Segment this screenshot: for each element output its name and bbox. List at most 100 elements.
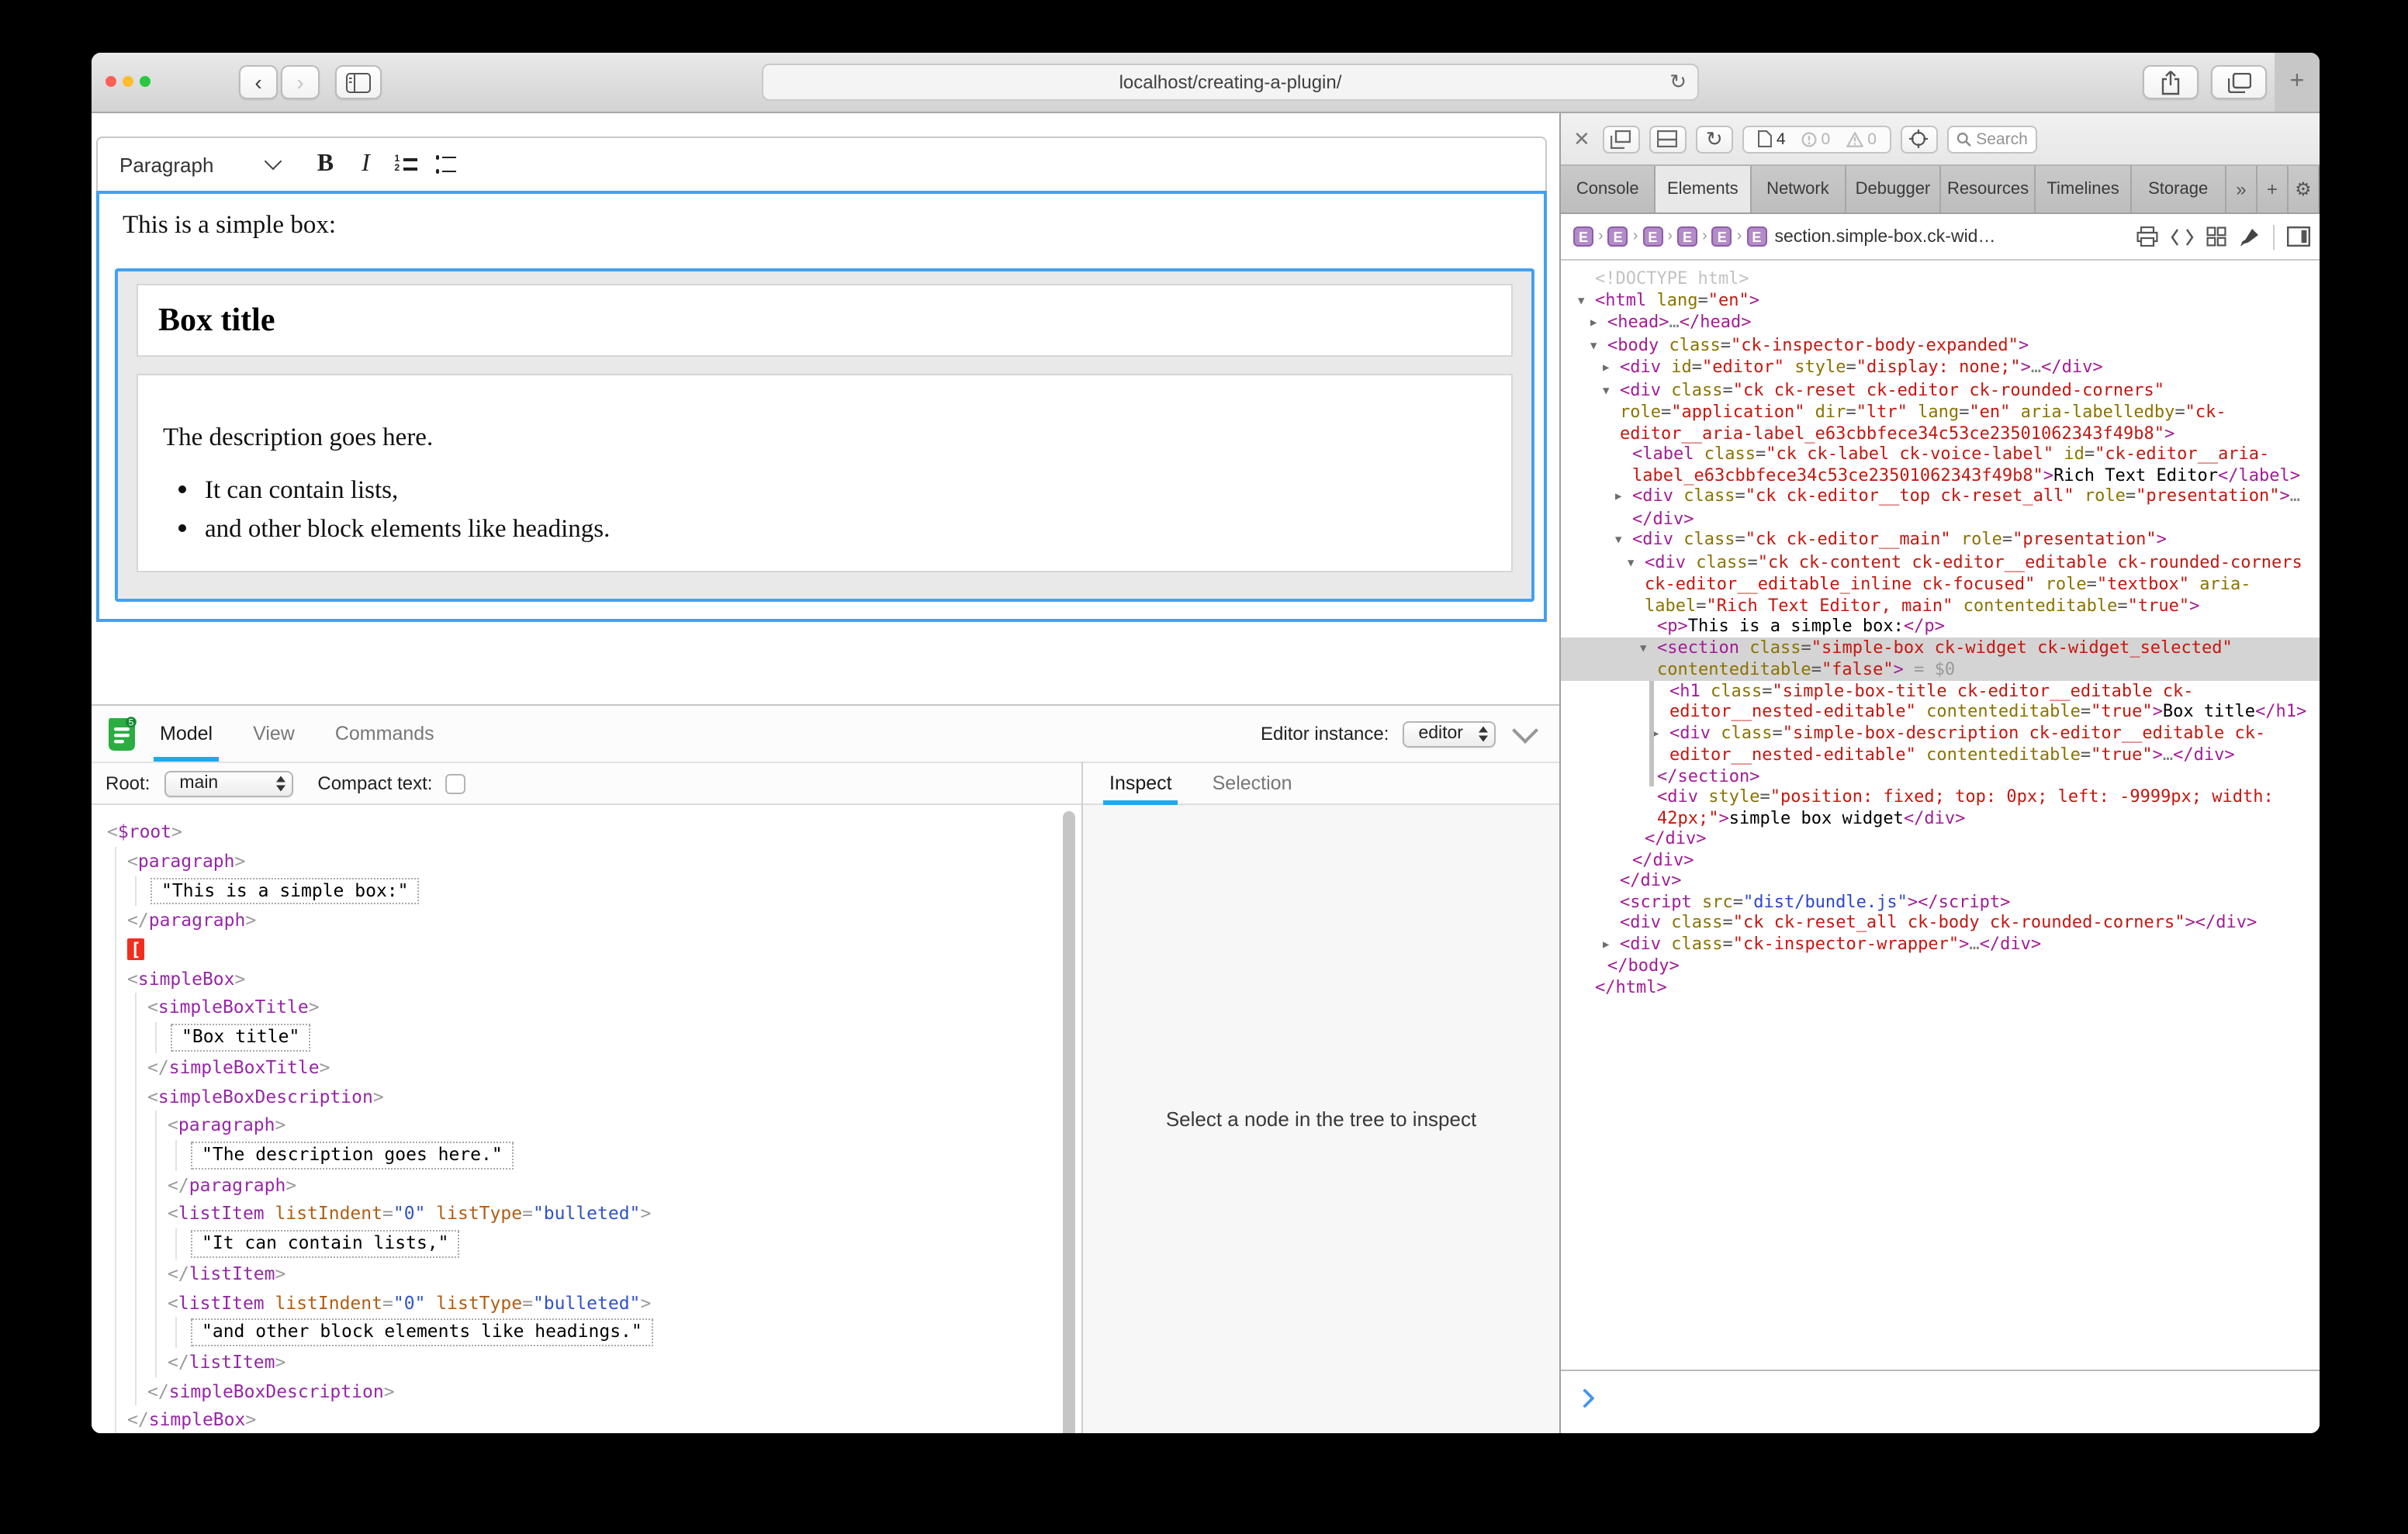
scrollbar-thumb[interactable] [1063, 811, 1075, 1433]
dom-tree-line[interactable]: ▶<div class="ck ck-editor__top ck-reset_… [1561, 485, 2320, 529]
dom-tree-line[interactable]: <div class="ck ck-reset_all ck-body ck-r… [1561, 912, 2320, 933]
dom-tree-line[interactable]: <p>This is a simple box:</p> [1561, 616, 2320, 637]
code-brackets-icon[interactable] [2171, 227, 2194, 246]
model-tree-node[interactable]: <paragraph> [127, 847, 1081, 876]
breadcrumb-element-badge[interactable]: E [1608, 226, 1628, 247]
dom-tree-line[interactable]: </section> [1561, 765, 2320, 786]
collapse-inspector-icon[interactable] [1512, 717, 1538, 744]
dom-tree-line[interactable]: ▼<html lang="en"> [1561, 289, 2320, 312]
back-button[interactable]: ‹ [239, 65, 278, 99]
close-devtools-button[interactable]: ✕ [1573, 126, 1590, 151]
expand-triangle-icon[interactable]: ▶ [1590, 313, 1607, 334]
tab-overview-button[interactable] [2211, 65, 2267, 99]
devtools-tab-resources[interactable]: Resources [1941, 166, 2036, 212]
breadcrumb-element-badge[interactable]: E [1573, 226, 1593, 247]
more-tabs-button[interactable]: » [2226, 166, 2258, 212]
dom-tree-line[interactable]: ▶<div class="ck-inspector-wrapper">…</di… [1561, 933, 2320, 955]
inspect-tab-selection[interactable]: Selection [1213, 762, 1292, 805]
model-tree-node[interactable]: <listItem listIndent="0" listType="bulle… [168, 1288, 1081, 1318]
expand-triangle-icon[interactable]: ▶ [1603, 358, 1620, 379]
devtools-tab-network[interactable]: Network [1751, 166, 1846, 212]
editor-paragraph[interactable]: This is a simple box: [99, 194, 1544, 240]
model-tree-node-close[interactable]: </simpleBoxTitle> [147, 1053, 1081, 1083]
dom-tree-line[interactable]: <div style="position: fixed; top: 0px; l… [1561, 786, 2320, 828]
collapse-triangle-icon[interactable]: ▼ [1640, 638, 1657, 659]
layout-grid-icon[interactable] [2206, 226, 2226, 247]
collapse-triangle-icon[interactable]: ▼ [1603, 381, 1620, 402]
model-text-node[interactable]: "Box title" [168, 1023, 1081, 1053]
devtools-tab-timelines[interactable]: Timelines [2036, 166, 2132, 212]
dom-tree-line[interactable]: <script src="dist/bundle.js"></script> [1561, 891, 2320, 912]
expand-triangle-icon[interactable]: ▶ [1615, 487, 1632, 508]
dom-tree-line[interactable]: </div> [1561, 849, 2320, 870]
model-tree-node[interactable]: <simpleBoxTitle> [147, 993, 1081, 1023]
model-text-node[interactable]: "It can contain lists," [188, 1229, 1081, 1259]
expand-triangle-icon[interactable]: ▶ [1652, 724, 1669, 745]
devtools-reload-button[interactable]: ↻ [1696, 125, 1733, 153]
dom-tree-line[interactable]: ▶<div class="simple-box-description ck-e… [1561, 722, 2320, 765]
forward-button[interactable]: › [281, 65, 320, 99]
collapse-triangle-icon[interactable]: ▼ [1615, 530, 1632, 551]
detach-devtools-button[interactable] [1603, 125, 1640, 153]
model-tree-node-close[interactable]: </paragraph> [168, 1170, 1081, 1200]
dock-devtools-button[interactable] [1649, 125, 1687, 153]
close-window-button[interactable] [106, 76, 116, 87]
address-bar[interactable]: localhost/creating-a-plugin/ ↻ [762, 64, 1699, 101]
simple-box-title[interactable]: Box title [137, 284, 1513, 357]
italic-button[interactable]: I [347, 146, 384, 183]
settings-button[interactable]: ⚙ [2289, 166, 2320, 212]
devtools-search-field[interactable]: Search [1947, 125, 2037, 153]
dom-tree-line[interactable]: ▶<head>…</head> [1561, 312, 2320, 334]
collapse-triangle-icon[interactable]: ▼ [1578, 291, 1595, 312]
bold-button[interactable]: B [306, 146, 344, 183]
inspector-tab-commands[interactable]: Commands [335, 706, 434, 762]
breadcrumb-label[interactable]: section.simple-box.ck-wid… [1774, 227, 1995, 246]
compact-text-checkbox[interactable] [445, 773, 465, 793]
model-text-node[interactable]: "This is a simple box:" [147, 876, 1081, 906]
console-prompt[interactable] [1561, 1370, 2320, 1433]
editor-editable-area[interactable]: This is a simple box: Box title The desc… [96, 191, 1547, 622]
dom-tree-line[interactable]: </body> [1561, 955, 2320, 976]
breadcrumb-element-badge[interactable]: E [1712, 226, 1732, 247]
print-icon[interactable] [2136, 226, 2158, 247]
element-picker-button[interactable] [1901, 125, 1938, 153]
collapse-triangle-icon[interactable]: ▼ [1590, 336, 1607, 357]
reload-icon[interactable]: ↻ [1669, 70, 1687, 95]
expand-triangle-icon[interactable]: ▶ [1603, 935, 1620, 955]
add-tab-button[interactable]: + [2258, 166, 2289, 212]
model-tree-node[interactable]: <simpleBox> [127, 964, 1081, 993]
dom-tree-line[interactable]: <label class="ck ck-label ck-voice-label… [1561, 444, 2320, 485]
model-tree-node[interactable]: <listItem listIndent="0" listType="bulle… [168, 1200, 1081, 1229]
model-tree-node[interactable]: <simpleBoxDescription> [147, 1082, 1081, 1111]
inspector-tab-view[interactable]: View [253, 706, 295, 762]
dom-tree-line[interactable]: ▼<section class="simple-box ck-widget ck… [1561, 637, 2320, 680]
breadcrumb-element-badge[interactable]: E [1677, 226, 1697, 247]
zoom-window-button[interactable] [140, 76, 150, 87]
model-tree-node-close[interactable]: </listItem> [168, 1259, 1081, 1289]
model-tree-node-close[interactable]: </paragraph> [127, 906, 1081, 935]
dom-tree-line[interactable]: ▼<div class="ck ck-content ck-editor__ed… [1561, 551, 2320, 616]
collapse-triangle-icon[interactable]: ▼ [1628, 553, 1645, 574]
simple-box-widget[interactable]: Box title The description goes here. It … [115, 268, 1534, 602]
numbered-list-button[interactable]: 1 2 [387, 146, 424, 183]
bulleted-list-button[interactable] [427, 146, 465, 183]
share-button[interactable] [2143, 65, 2199, 99]
details-sidebar-toggle-icon[interactable] [2287, 226, 2310, 247]
devtools-tab-console[interactable]: Console [1561, 166, 1656, 212]
model-text-node[interactable]: "The description goes here." [188, 1140, 1081, 1170]
minimize-window-button[interactable] [123, 76, 133, 87]
dom-tree-line[interactable]: </div> [1561, 870, 2320, 891]
dom-tree-line[interactable]: </div> [1561, 828, 2320, 849]
dom-tree-line[interactable]: ▼<body class="ck-inspector-body-expanded… [1561, 334, 2320, 357]
model-tree-node[interactable]: <paragraph> [168, 1111, 1081, 1141]
dashboard-group[interactable]: 4 0 [1742, 125, 1891, 153]
dom-tree-line[interactable]: ▶<div id="editor" style="display: none;"… [1561, 357, 2320, 379]
dom-tree-line[interactable]: </html> [1561, 976, 2320, 997]
breadcrumb-element-badge[interactable]: E [1642, 226, 1662, 247]
styles-brush-icon[interactable] [2239, 226, 2261, 247]
model-tree-node-close[interactable]: </simpleBoxDescription> [147, 1377, 1081, 1406]
devtools-tab-elements[interactable]: Elements [1656, 166, 1752, 212]
root-select[interactable]: main [164, 770, 292, 796]
paragraph-dropdown[interactable]: Paragraph [119, 153, 279, 176]
breadcrumb-element-badge[interactable]: E [1746, 226, 1766, 247]
